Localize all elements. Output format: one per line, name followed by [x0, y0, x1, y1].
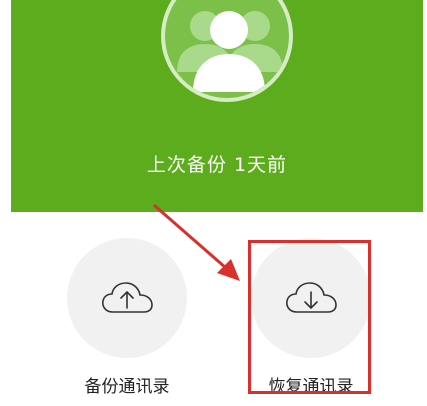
contacts-avatar: [161, 0, 293, 102]
status-header: 上次备份 1天前: [11, 0, 423, 212]
annotation-highlight-box: [248, 240, 371, 394]
cloud-upload-icon: [102, 282, 153, 313]
contacts-group-icon: [177, 11, 283, 92]
backup-contacts-button[interactable]: [67, 238, 187, 358]
backup-contacts-label[interactable]: 备份通讯录: [47, 372, 207, 397]
last-backup-text: 上次备份 1天前: [146, 154, 288, 176]
